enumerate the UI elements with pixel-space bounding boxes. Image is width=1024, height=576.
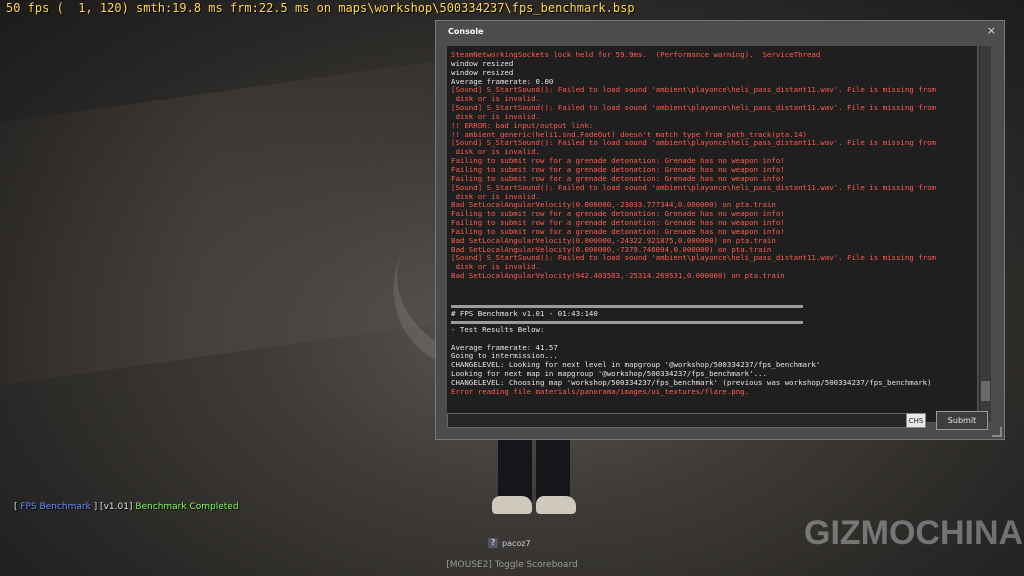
log-line: window resized — [451, 58, 514, 68]
fps-counter: 50 fps ( 1, 120) smth:19.8 ms frm:22.5 m… — [6, 1, 635, 15]
player-leg-left — [498, 440, 532, 502]
player-shoe-right — [536, 496, 576, 514]
benchmark-status: [ FPS Benchmark ] [v1.01] Benchmark Comp… — [14, 502, 239, 512]
close-icon[interactable]: × — [987, 24, 996, 37]
console-scrollbar[interactable] — [979, 46, 991, 422]
player-rank-icon: ? — [488, 538, 498, 548]
watermark-logo: GIZMOCHINA — [804, 514, 1024, 552]
chs-button[interactable]: CHS — [906, 413, 926, 428]
results-header: - Test Results Below: — [451, 324, 545, 334]
console-window[interactable]: Console × SteamNetworkingSockets lock he… — [435, 20, 1005, 440]
separator-bar — [451, 320, 803, 324]
player-leg-right — [536, 440, 570, 502]
player-model — [478, 440, 588, 520]
separator-bar — [451, 304, 803, 308]
benchmark-version: v1.01 — [103, 502, 129, 512]
player-nameplate: ? pacoz7 — [488, 538, 531, 548]
resize-grip-icon[interactable] — [992, 427, 1002, 437]
console-log-top: SteamNetworkingSockets lock held for 59.… — [451, 50, 973, 281]
console-log[interactable]: SteamNetworkingSockets lock held for 59.… — [447, 46, 977, 422]
submit-button[interactable]: Submit — [936, 411, 988, 430]
log-line: Bad SetLocalAngularVelocity(942.403503,-… — [451, 271, 785, 281]
benchmark-tag: FPS Benchmark — [20, 502, 91, 512]
benchmark-header: # FPS Benchmark v1.01 - 01:43:140 — [451, 308, 598, 318]
log-line: SteamNetworkingSockets lock held for 59.… — [451, 50, 821, 59]
log-line: Error reading file materials/panorama/im… — [451, 386, 750, 396]
scoreboard-hint: [MOUSE2] Toggle Scoreboard — [446, 560, 578, 570]
console-log-bottom: Average framerate: 41.57 Going to intermi… — [451, 343, 973, 397]
player-name: pacoz7 — [502, 538, 531, 548]
log-spacer — [451, 281, 973, 303]
scrollbar-thumb[interactable] — [981, 381, 990, 401]
console-input[interactable] — [447, 413, 907, 428]
player-shoe-left — [492, 496, 532, 514]
benchmark-complete-text: Benchmark Completed — [135, 502, 239, 512]
console-title: Console — [448, 27, 484, 36]
